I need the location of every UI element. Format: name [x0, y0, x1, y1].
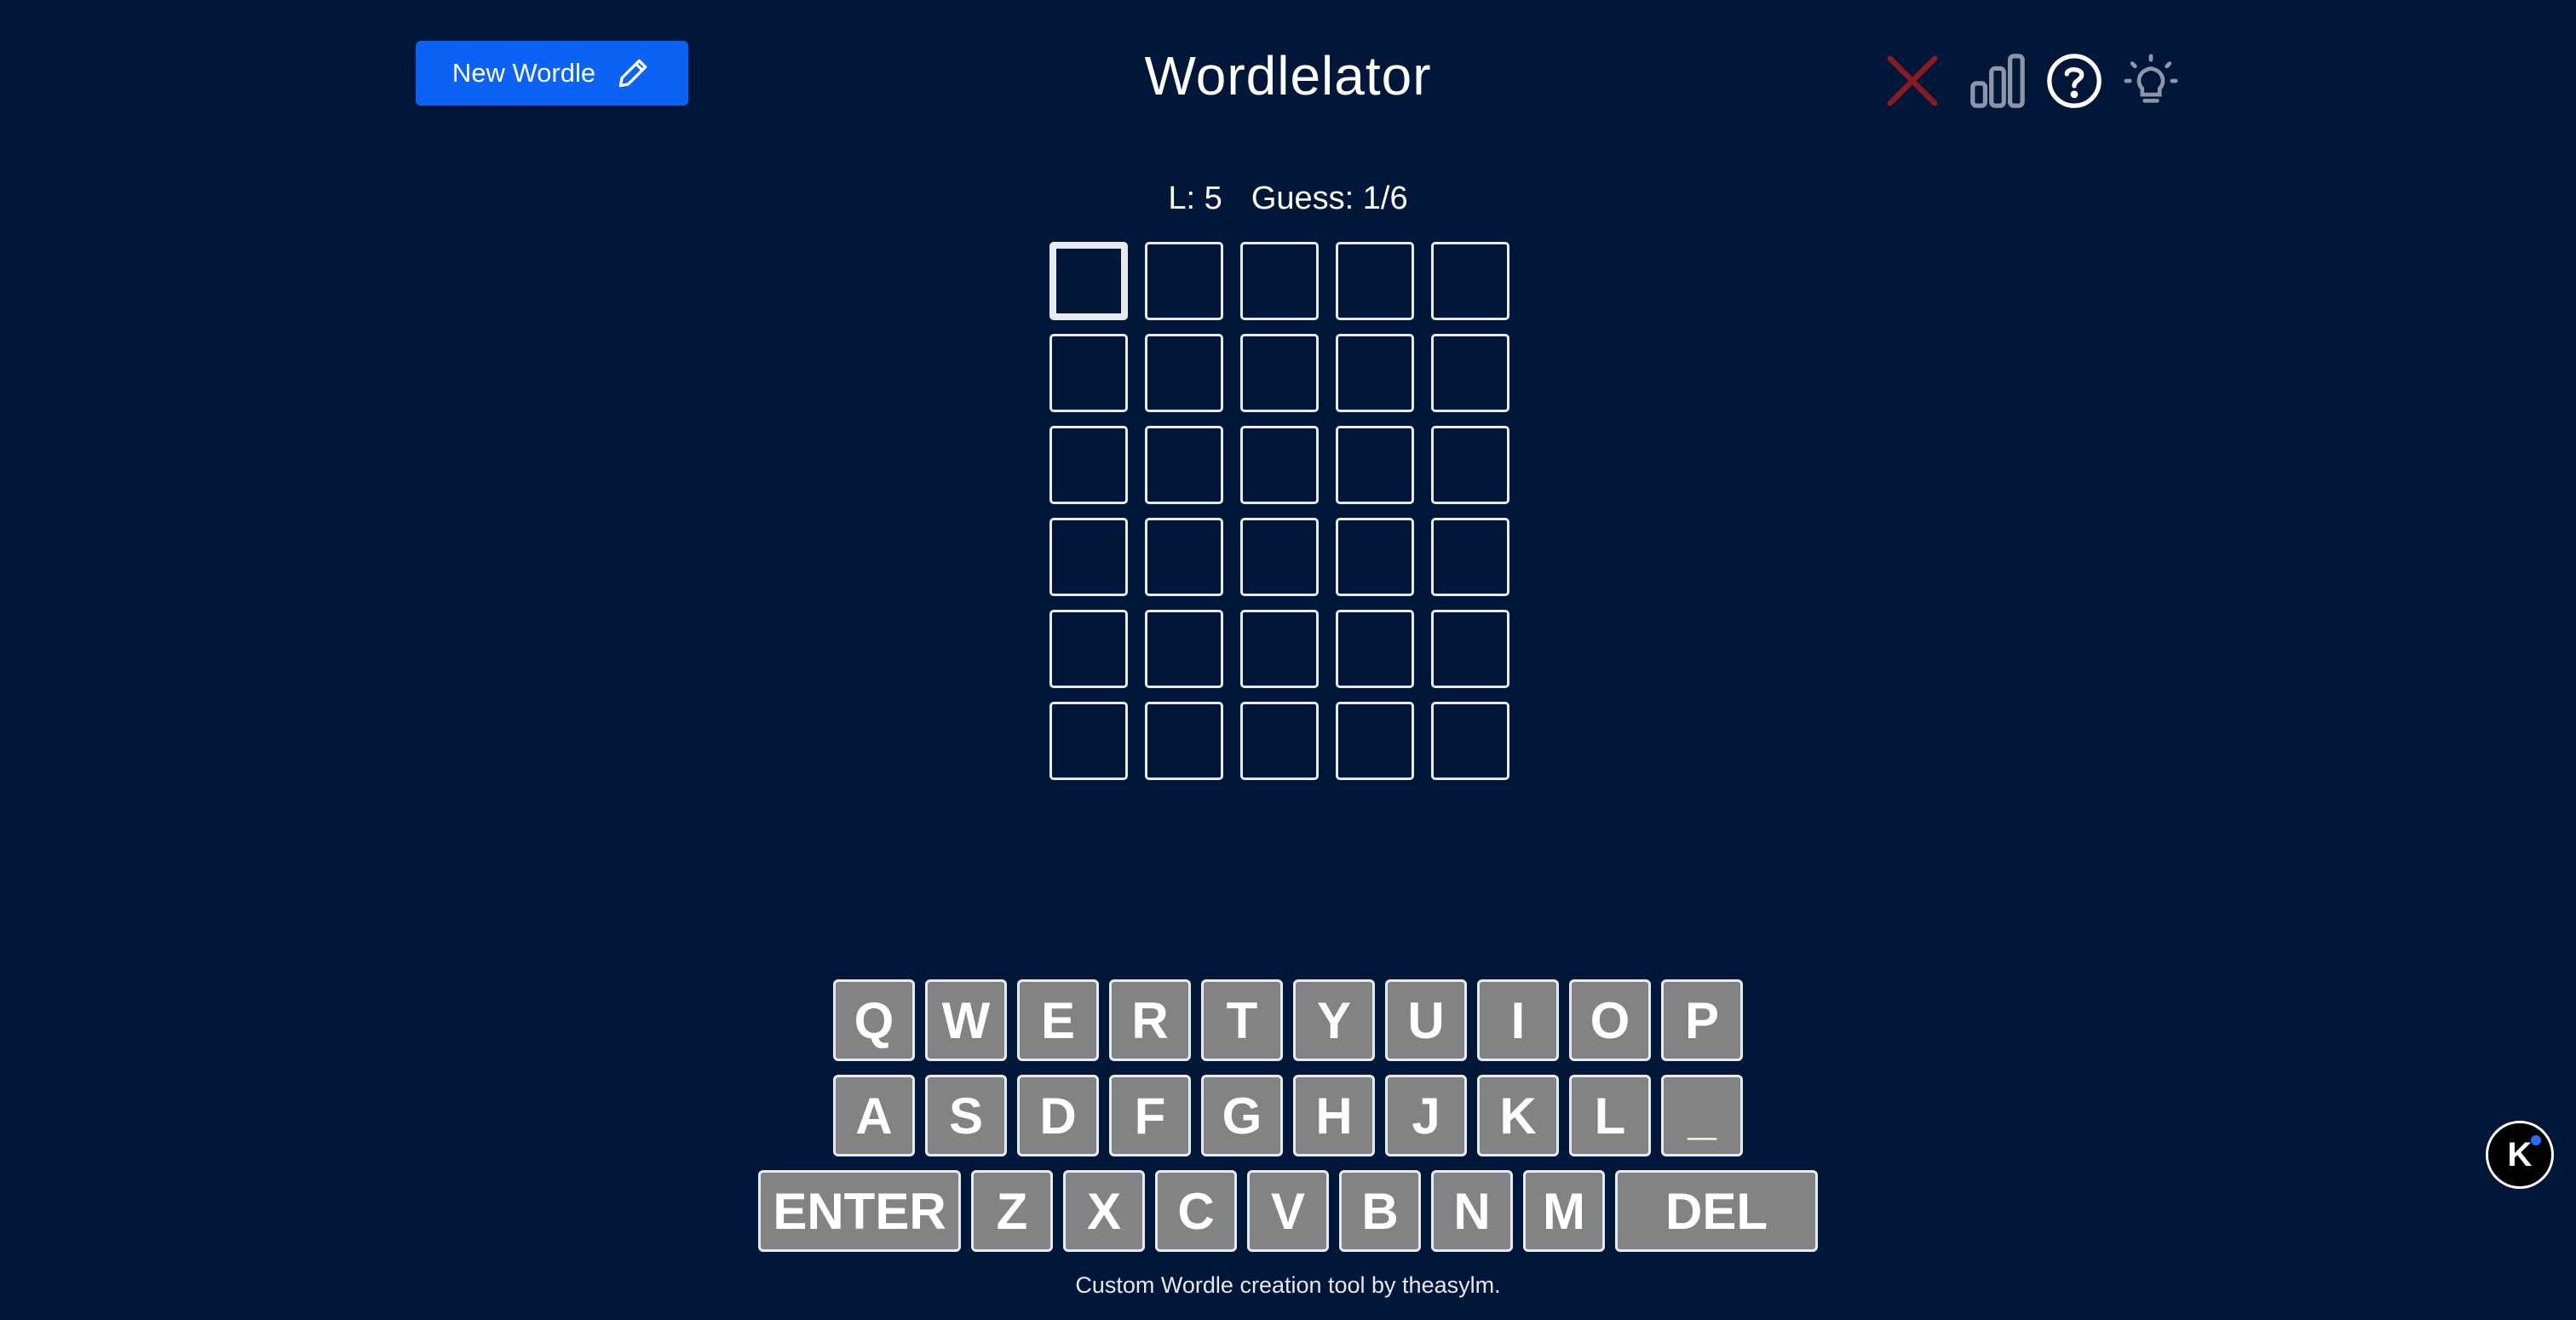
letter-cell	[1431, 334, 1509, 412]
key-u[interactable]: U	[1385, 979, 1467, 1061]
letter-cell	[1145, 702, 1223, 780]
letter-cell	[1431, 518, 1509, 596]
key-i[interactable]: I	[1477, 979, 1559, 1061]
key-l[interactable]: L	[1569, 1075, 1651, 1156]
letter-cell	[1049, 242, 1128, 320]
key-y[interactable]: Y	[1293, 979, 1375, 1061]
stats-icon[interactable]	[1968, 51, 2027, 111]
letter-cell	[1240, 610, 1319, 688]
letter-cell	[1336, 610, 1414, 688]
key-d[interactable]: D	[1017, 1075, 1099, 1156]
key-j[interactable]: J	[1385, 1075, 1467, 1156]
key-a[interactable]: A	[833, 1075, 915, 1156]
key-w[interactable]: W	[925, 979, 1007, 1061]
grid-row	[1049, 702, 1527, 780]
key-v[interactable]: V	[1247, 1170, 1329, 1252]
key-del[interactable]: DEL	[1615, 1170, 1818, 1252]
grid-row	[1049, 426, 1527, 504]
page-title: Wordlelator	[1144, 45, 1432, 106]
close-icon[interactable]	[1883, 51, 1942, 111]
key-s[interactable]: S	[925, 1075, 1007, 1156]
key-z[interactable]: Z	[971, 1170, 1053, 1252]
letter-cell	[1145, 426, 1223, 504]
letter-cell	[1145, 242, 1223, 320]
keyboard-row-1: QWERTYUIOP	[0, 979, 2576, 1061]
letter-cell	[1431, 242, 1509, 320]
badge-label: K	[2507, 1135, 2533, 1174]
letter-cell	[1240, 242, 1319, 320]
letter-cell	[1336, 242, 1414, 320]
letter-cell	[1240, 426, 1319, 504]
key-e[interactable]: E	[1017, 979, 1099, 1061]
letter-cell	[1431, 610, 1509, 688]
key-q[interactable]: Q	[833, 979, 915, 1061]
key-enter[interactable]: ENTER	[758, 1170, 961, 1252]
game-status: L: 5 Guess: 1/6	[0, 181, 2576, 217]
letter-cell	[1145, 518, 1223, 596]
key-h[interactable]: H	[1293, 1075, 1375, 1156]
hint-bulb-icon[interactable]	[2121, 51, 2181, 111]
letter-cell	[1049, 702, 1128, 780]
grid-row	[1049, 334, 1527, 412]
letter-cell	[1049, 610, 1128, 688]
key-k[interactable]: K	[1477, 1075, 1559, 1156]
letter-cell	[1145, 610, 1223, 688]
letter-cell	[1431, 426, 1509, 504]
letter-cell	[1431, 702, 1509, 780]
badge-dot	[2531, 1135, 2541, 1145]
key-f[interactable]: F	[1109, 1075, 1191, 1156]
floating-k-badge[interactable]: K	[2486, 1121, 2554, 1189]
letter-cell	[1049, 334, 1128, 412]
letter-cell	[1336, 334, 1414, 412]
letter-cell	[1049, 518, 1128, 596]
key-g[interactable]: G	[1201, 1075, 1283, 1156]
letter-cell	[1336, 426, 1414, 504]
keyboard: QWERTYUIOP A S D F G H J K L _ ENTER Z X C V B N M DEL	[0, 979, 2576, 1265]
letter-cell	[1336, 518, 1414, 596]
key-underscore[interactable]: _	[1661, 1075, 1743, 1156]
key-m[interactable]: M	[1523, 1170, 1605, 1252]
guess-counter: Guess: 1/6	[1251, 181, 1408, 216]
key-n[interactable]: N	[1431, 1170, 1513, 1252]
letter-cell	[1240, 334, 1319, 412]
footer-credit: Custom Wordle creation tool by theasylm.	[1075, 1272, 1501, 1298]
key-r[interactable]: R	[1109, 979, 1191, 1061]
key-p[interactable]: P	[1661, 979, 1743, 1061]
guess-grid	[1049, 242, 1527, 794]
word-length-label: L: 5	[1168, 181, 1222, 216]
grid-row	[1049, 610, 1527, 688]
keyboard-row-2: A S D F G H J K L _	[0, 1075, 2576, 1156]
key-b[interactable]: B	[1339, 1170, 1421, 1252]
grid-row	[1049, 518, 1527, 596]
help-icon[interactable]	[2044, 51, 2104, 111]
letter-cell	[1145, 334, 1223, 412]
key-c[interactable]: C	[1155, 1170, 1237, 1252]
key-x[interactable]: X	[1063, 1170, 1145, 1252]
letter-cell	[1336, 702, 1414, 780]
grid-row	[1049, 242, 1527, 320]
letter-cell	[1240, 702, 1319, 780]
letter-cell	[1049, 426, 1128, 504]
keyboard-row-3: ENTER Z X C V B N M DEL	[0, 1170, 2576, 1252]
key-o[interactable]: O	[1569, 979, 1651, 1061]
key-t[interactable]: T	[1201, 979, 1283, 1061]
letter-cell	[1240, 518, 1319, 596]
